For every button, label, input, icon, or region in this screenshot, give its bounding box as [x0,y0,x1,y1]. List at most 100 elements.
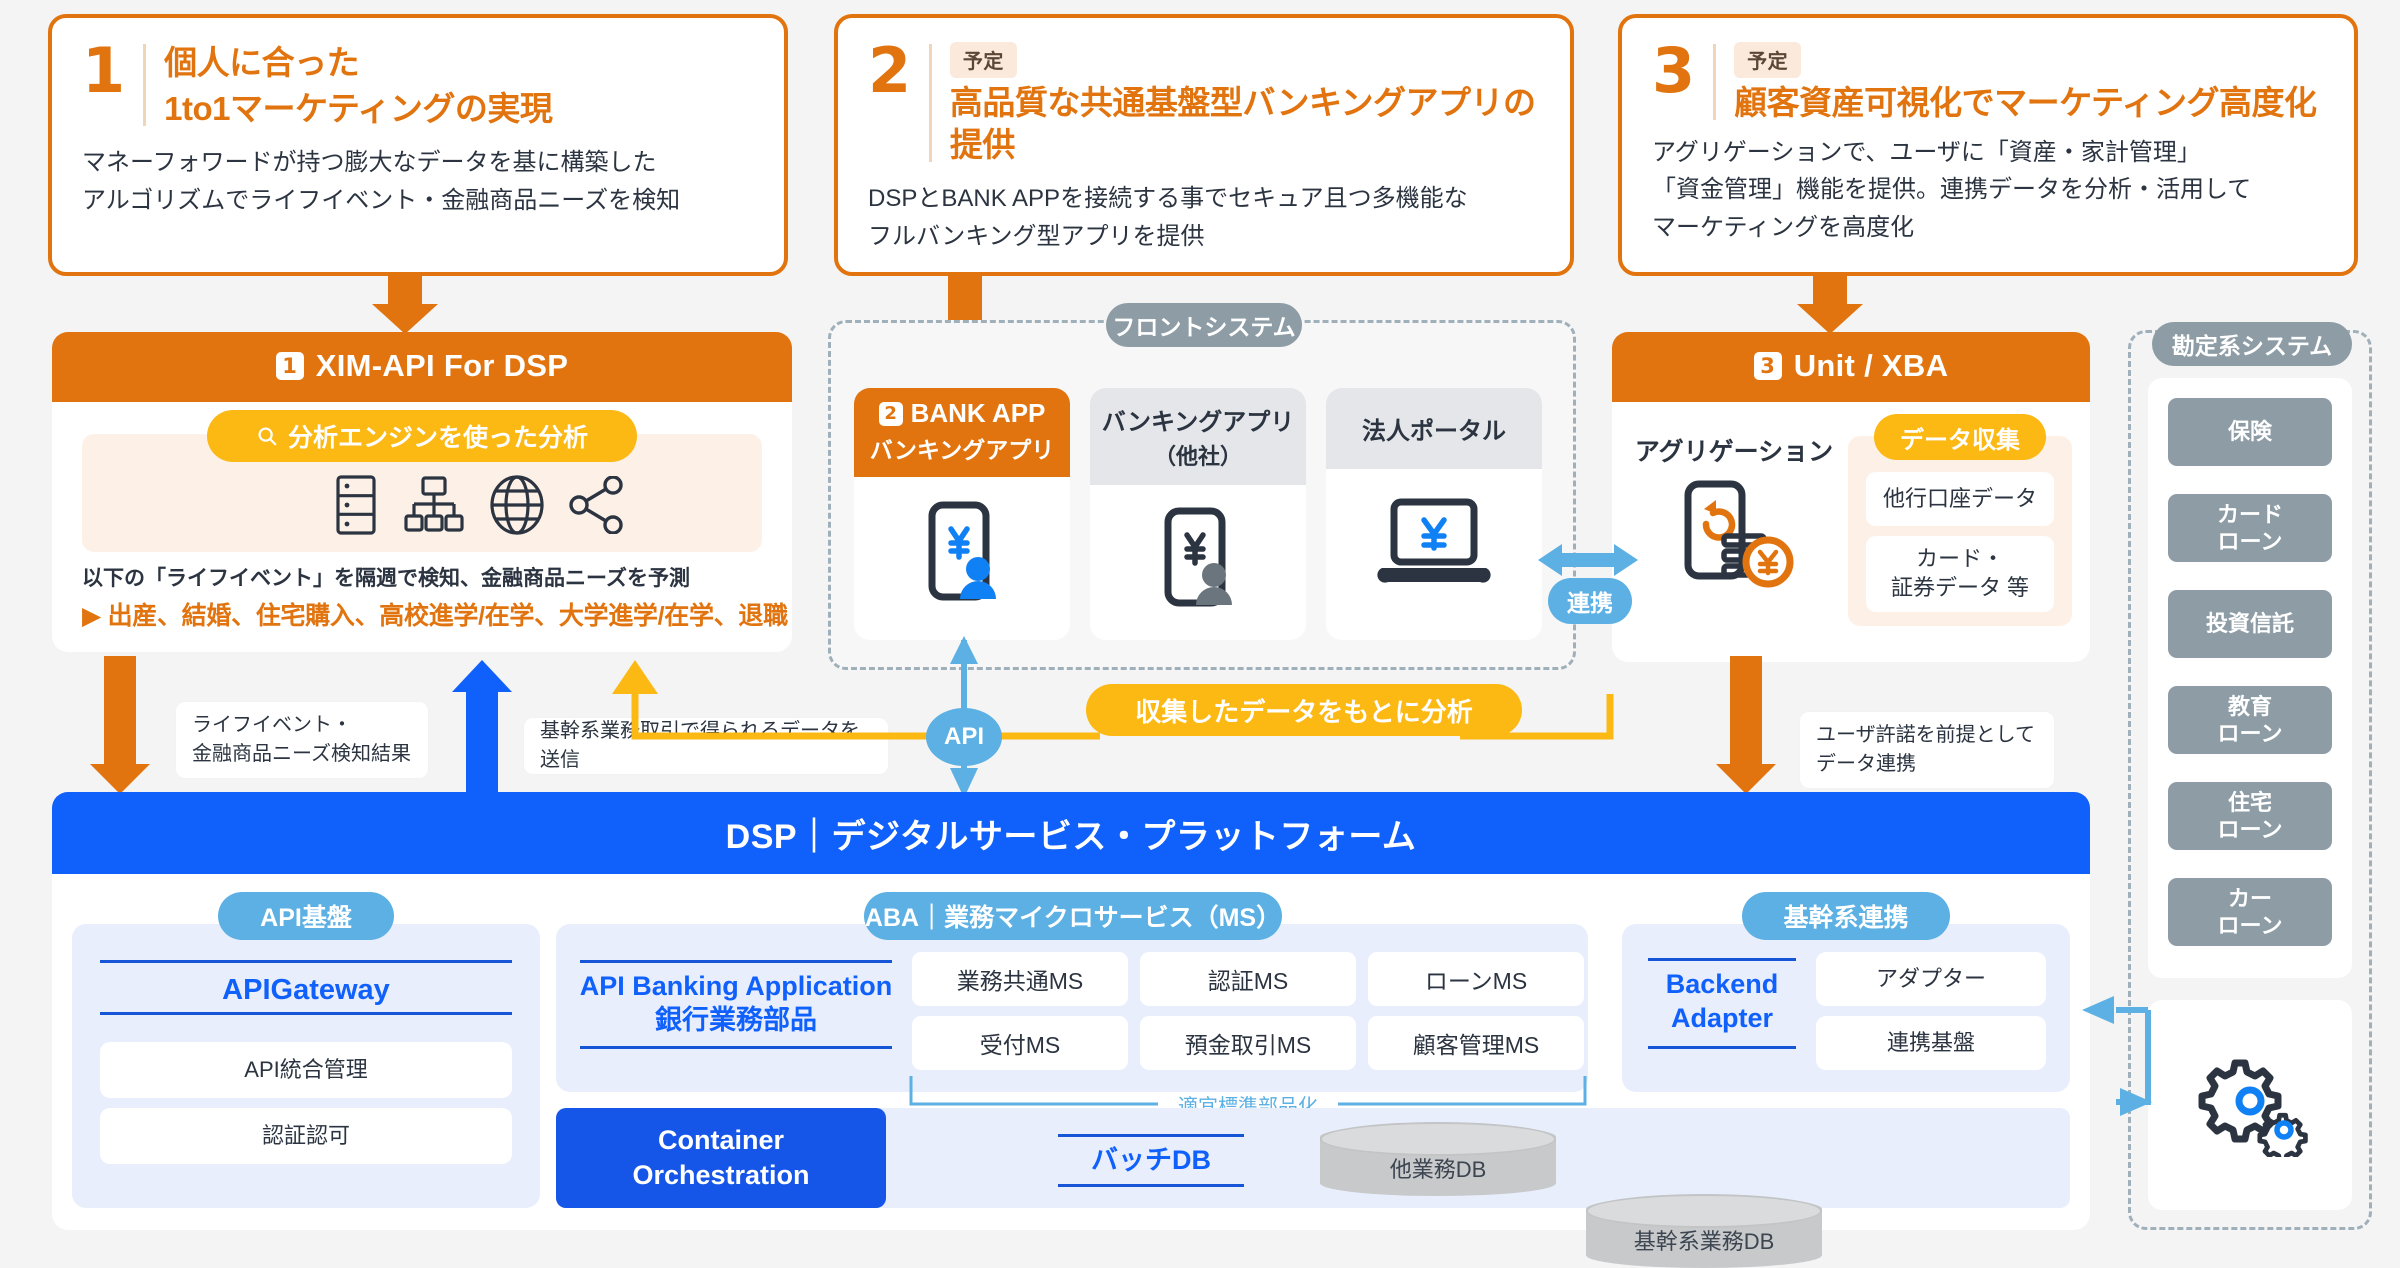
front-app-other-banking-header: バンキングアプリ （他社） [1090,388,1306,485]
container-orchestration-box[interactable]: Container Orchestration [556,1108,886,1208]
phone-yen-user-icon [928,501,996,601]
api-base-heading: APIGateway [222,974,390,1006]
api-base-rule-top [100,960,512,963]
ms-cell-2-text: ローンMS [1424,968,1528,994]
feature-card-3: 3 予定 顧客資産可視化でマーケティング高度化 アグリゲーションで、ユーザに「資… [1618,14,2358,276]
backend-item-0: アダプター [1816,952,2046,1006]
feature-card-3-body-line1: アグリゲーションで、ユーザに「資産・家計管理」 [1652,139,2201,167]
feature-card-3-titles: 予定 顧客資産可視化でマーケティング高度化 [1734,40,2317,124]
feature-card-2-body-line1: DSPとBANK APPを接続する事でセキュア且つ多機能な [868,185,1468,213]
phone-yen-user-icon [1164,507,1232,607]
feature-card-2-body-line2: フルバンキング型アプリを提供 [868,222,1205,250]
feature-card-3-head: 3 予定 顧客資産可視化でマーケティング高度化 [1652,40,2324,124]
unit-xba-header: 3 Unit / XBA [1612,332,2090,402]
other-banking-title: バンキングアプリ [1101,409,1295,436]
feature-card-2-divider [929,44,932,163]
feature-card-1-divider [143,44,147,127]
feature-card-3-body-line2: 「資金管理」機能を提供。連携データを分析・活用して [1652,176,2252,204]
bank-app-subtitle: バンキングアプリ [869,437,1055,463]
feature-card-1-body-line2: アルゴリズムでライフイベント・金融商品ニーズを検知 [82,186,681,214]
core-item-3-text: 教育 ローン [2217,693,2283,747]
database-1-label: 基幹系業務DB [1633,1229,1775,1254]
backend-heading-line1: Backend [1665,969,1779,999]
feature-card-3-title-line2: 顧客資産可視化でマーケティング高度化 [1734,84,2317,121]
front-app-corporate-portal-header: 法人ポータル [1326,388,1542,469]
ms-cell-1-text: 認証MS [1207,968,1289,994]
feature-card-3-body: アグリゲーションで、ユーザに「資産・家計管理」 「資金管理」機能を提供。連携デー… [1652,134,2324,246]
analysis-engine-pill-text: 分析エンジンを使った分析 [287,424,588,452]
dsp-group-api-base-pill: API基盤 [218,892,394,940]
laptop-yen-icon [1377,498,1491,583]
feature-card-2-title-line2: 高品質な共通基盤型バンキングアプリの提供 [949,84,1536,164]
analyze-pill: 収集したデータをもとに分析 [1086,684,1522,736]
xim-note-line2: ▶ 出産、結婚、住宅購入、高校進学/在学、大学進学/在学、退職 [82,602,788,630]
aba-heading: API Banking Application 銀行業務部品 [578,970,894,1038]
dsp-banner: DSP｜デジタルサービス・プラットフォーム [52,792,2090,874]
container-orchestration-line1: Container [657,1124,784,1155]
api-base-item-0: API統合管理 [100,1042,512,1098]
ms-cell-1: 認証MS [1140,952,1356,1006]
database-0-label: 他業務DB [1389,1157,1487,1182]
api-base-item-0-text: API統合管理 [244,1056,368,1082]
xim-api-panel-title: XIM-API For DSP [315,348,569,383]
analyze-pill-text: 収集したデータをもとに分析 [1135,696,1473,727]
batch-db-rule-bottom [1058,1184,1244,1187]
api-base-item-1-text: 認証認可 [261,1122,350,1148]
sitemap-icon [404,476,464,532]
aba-rule-bottom [580,1046,892,1049]
ms-cell-3-text: 受付MS [979,1032,1061,1058]
aba-heading-line1: API Banking Application [579,971,893,1001]
ms-cell-5: 顧客管理MS [1368,1016,1584,1070]
backend-rule-top [1648,958,1796,961]
core-item-5-text: カー ローン [2217,885,2283,939]
api-badge-text: API [943,723,984,750]
batch-db-label: バッチDB [1091,1145,1211,1175]
feature-card-2: 2 予定 高品質な共通基盤型バンキングアプリの提供 DSPとBANK APPを接… [834,14,1574,276]
data-collect-pill: データ収集 [1874,414,2046,460]
core-item-1-text: カード ローン [2216,501,2283,555]
feature-card-3-divider [1713,44,1717,121]
aggregation-label: アグリゲーション [1634,438,1834,466]
dsp-group-backend-pill: 基幹系連携 [1742,892,1950,940]
feature-card-2-body: DSPとBANK APPを接続する事でセキュア且つ多機能な フルバンキング型アプ… [868,180,1540,254]
feature-card-1-titles: 個人に合った 1to1マーケティングの実現 [164,40,553,130]
ms-cell-2: ローンMS [1368,952,1584,1006]
feature-card-3-plan-badge: 予定 [1734,42,1802,78]
ms-cell-0-text: 業務共通MS [956,968,1084,994]
analysis-engine-pill[interactable]: 分析エンジンを使った分析 [207,410,637,462]
diagram-canvas: 1 個人に合った 1to1マーケティングの実現 マネーフォワードが持つ膨大なデー… [0,0,2400,1268]
ms-cell-4: 預金取引MS [1140,1016,1356,1070]
data-collect-pill-text: データ収集 [1900,426,2020,454]
core-item-3: 教育 ローン [2168,686,2332,754]
front-app-bank-app-header: 2 BANK APP バンキングアプリ [854,388,1070,477]
bank-app-number-badge: 2 [878,401,903,426]
backend-heading: Backend Adapter [1646,968,1798,1036]
dsp-group-aba-pill: ABA｜業務マイクロサービス（MS） [864,892,1282,940]
backend-item-1: 連携基盤 [1816,1016,2046,1070]
unit-xba-panel: 3 Unit / XBA アグリゲーション データ収集 他行口座データ カード・… [1612,332,2090,662]
ms-cell-5-text: 顧客管理MS [1412,1032,1540,1058]
api-base-item-1: 認証認可 [100,1108,512,1164]
xim-api-panel-header: 1 XIM-API For DSP [52,332,792,402]
front-system-label-text: フロントシステム [1112,314,1296,340]
arrow-unit-to-dsp [1716,656,1776,794]
backend-item-0-text: アダプター [1875,965,1986,991]
xim-api-panel: 1 XIM-API For DSP 分析エンジンを使った分析 以下の「ライフイベ… [52,332,792,652]
core-item-0: 保険 [2168,398,2332,466]
linkage-double-arrow [1538,544,1638,576]
core-item-2-text: 投資信託 [2205,611,2294,637]
database-1: 基幹系業務DB [1586,1194,1822,1268]
unit-xba-title: Unit / XBA [1793,348,1949,383]
arrow-card1-to-xim [372,274,438,334]
aba-heading-line2: 銀行業務部品 [655,1004,817,1035]
front-app-corporate-portal: 法人ポータル [1326,388,1542,640]
dsp-group-backend-pill-text: 基幹系連携 [1783,904,1909,932]
arrow-dsp-to-xim [452,660,512,800]
backend-heading-line2: Adapter [1670,1002,1773,1033]
core-item-5: カー ローン [2168,878,2332,946]
unit-xba-number-badge: 3 [1753,352,1782,380]
gears-icon [2198,1059,2308,1157]
feature-card-2-titles: 予定 高品質な共通基盤型バンキングアプリの提供 [949,40,1540,166]
collect-item-0-text: 他行口座データ [1882,485,2037,511]
database-0: 他業務DB [1320,1122,1556,1196]
